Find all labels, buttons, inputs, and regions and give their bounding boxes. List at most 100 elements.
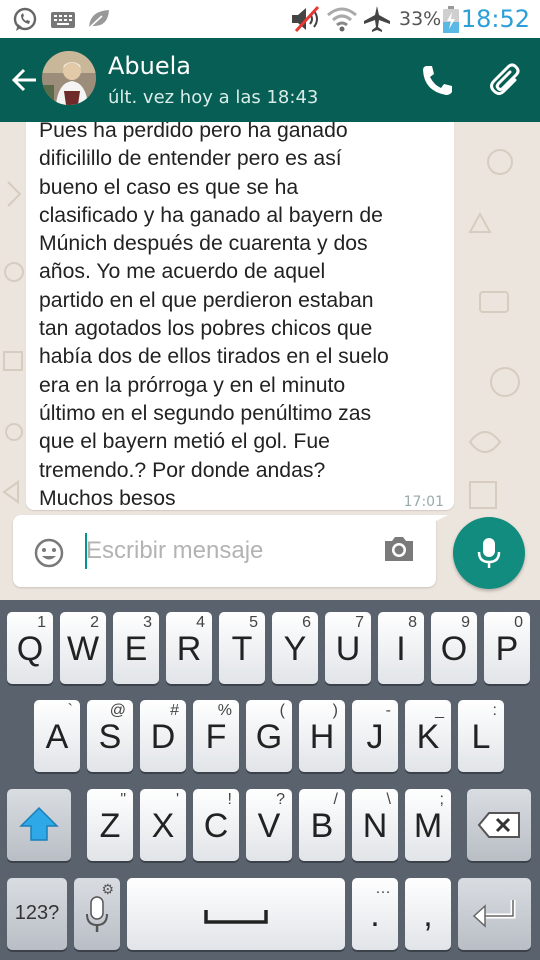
key-h[interactable]: ) H	[299, 700, 345, 772]
symbols-key[interactable]: 123?	[7, 878, 67, 950]
key-label: U	[335, 630, 361, 668]
message-line: años. Yo me acuerdo de aquel	[39, 260, 326, 284]
composer-tail	[420, 515, 448, 529]
key-label: X	[151, 807, 175, 845]
key-label: R	[176, 630, 202, 668]
key-label: P	[495, 630, 519, 668]
key-label: H	[309, 718, 335, 756]
message-line: bueno el caso es que se ha	[39, 175, 299, 199]
key-f[interactable]: % F	[193, 700, 239, 772]
avatar[interactable]	[42, 51, 96, 105]
key-label: 123?	[14, 902, 60, 924]
message-line: clasificado y ha ganado al bayern de	[39, 203, 383, 227]
message-line: había dos de ellos tirados en el suelo	[39, 345, 389, 369]
shift-icon	[19, 806, 59, 841]
key-label: J	[366, 718, 384, 756]
key-label: E	[124, 630, 148, 668]
wifi-icon	[326, 6, 358, 36]
voice-record-button[interactable]	[453, 517, 525, 589]
message-line: dificilillo de entender pero es así	[39, 147, 342, 171]
key-p[interactable]: 0P	[484, 612, 530, 684]
mic-icon	[86, 896, 108, 932]
paperclip-icon[interactable]	[488, 62, 524, 102]
key-label: M	[413, 807, 443, 845]
shift-key[interactable]	[7, 789, 71, 861]
key-x[interactable]: ' X	[140, 789, 186, 861]
key-q[interactable]: 1Q	[7, 612, 53, 684]
message-line: partido en el que perdieron estaban	[39, 288, 374, 312]
key-label: Q	[16, 630, 44, 668]
key-k[interactable]: _ K	[405, 700, 451, 772]
keyboard: 1Q 2W 3E 4R 5T 6Y 7U 8I 9O 0P ` A @ S # D %…	[0, 600, 540, 960]
message-bubble[interactable]: Pues ha perdido pero ha ganado dificilil…	[26, 122, 454, 510]
key-label: S	[98, 718, 122, 756]
key-w[interactable]: 2W	[60, 612, 106, 684]
enter-icon	[472, 900, 516, 928]
message-line: Pues ha perdido pero ha ganado	[39, 122, 348, 142]
key-label: ,	[423, 896, 433, 934]
key-label: G	[255, 718, 283, 756]
microphone-icon	[477, 538, 501, 568]
key-s[interactable]: @ S	[87, 700, 133, 772]
key-n[interactable]: \ N	[352, 789, 398, 861]
airplane-icon	[362, 5, 392, 37]
whatsapp-icon	[12, 7, 38, 37]
message-line: tan agotados los pobres chicos que	[39, 317, 373, 341]
message-input[interactable]	[86, 533, 366, 569]
key-m[interactable]: ; M	[405, 789, 451, 861]
message-line: último en el segundo penúltimo zas	[39, 401, 372, 425]
camera-icon[interactable]	[382, 534, 416, 568]
key-label: C	[203, 807, 229, 845]
chat-header: Abuela últ. vez hoy a las 18:43	[0, 38, 540, 122]
key-label: V	[257, 807, 281, 845]
space-icon	[204, 910, 268, 924]
key-r[interactable]: 4R	[166, 612, 212, 684]
space-key[interactable]	[127, 878, 345, 950]
key-a[interactable]: ` A	[34, 700, 80, 772]
key-label: D	[150, 718, 176, 756]
key-v[interactable]: ? V	[246, 789, 292, 861]
mute-icon	[290, 5, 322, 37]
key-u[interactable]: 7U	[325, 612, 371, 684]
phone-icon[interactable]	[420, 64, 454, 100]
last-seen-status: últ. vez hoy a las 18:43	[108, 87, 319, 108]
message-line: que el bayern metió el gol. Fue	[39, 430, 330, 454]
key-t[interactable]: 5T	[219, 612, 265, 684]
key-label: Z	[99, 807, 121, 845]
backspace-key[interactable]	[467, 789, 531, 861]
key-label: Y	[283, 630, 307, 668]
key-i[interactable]: 8I	[378, 612, 424, 684]
key-y[interactable]: 6Y	[272, 612, 318, 684]
key-d[interactable]: # D	[140, 700, 186, 772]
key-e[interactable]: 3E	[113, 612, 159, 684]
message-line: tremendo.? Por donde andas?	[39, 458, 326, 482]
leaf-icon	[86, 7, 112, 35]
contact-name[interactable]: Abuela	[108, 52, 191, 80]
key-l[interactable]: :L	[458, 700, 504, 772]
backspace-icon	[477, 812, 520, 838]
key-g[interactable]: (G	[246, 700, 292, 772]
key-c[interactable]: ! C	[193, 789, 239, 861]
message-line: era en la prórroga y en el minuto	[39, 373, 346, 397]
comma-key[interactable]: ,	[405, 878, 451, 950]
key-label: W	[66, 630, 100, 668]
enter-key[interactable]	[458, 878, 531, 950]
emoji-icon[interactable]	[33, 537, 65, 573]
key-label: B	[310, 807, 334, 845]
key-b[interactable]: / B	[299, 789, 345, 861]
clock: 18:52	[460, 5, 530, 33]
voice-input-key[interactable]: ⚙	[74, 878, 120, 950]
key-j[interactable]: -J	[352, 700, 398, 772]
back-arrow-icon[interactable]	[10, 66, 38, 98]
status-bar: 33% 18:52	[0, 0, 540, 38]
key-label: O	[440, 630, 468, 668]
key-label: F	[205, 718, 227, 756]
key-label: A	[45, 718, 69, 756]
message-text: Pues ha perdido pero ha ganado dificilil…	[39, 122, 449, 510]
period-key[interactable]: ….	[352, 878, 398, 950]
message-line: Múnich después de cuarenta y dos	[39, 232, 368, 256]
key-z[interactable]: " Z	[87, 789, 133, 861]
key-label: T	[231, 630, 253, 668]
keyboard-icon	[50, 11, 76, 33]
key-o[interactable]: 9O	[431, 612, 477, 684]
